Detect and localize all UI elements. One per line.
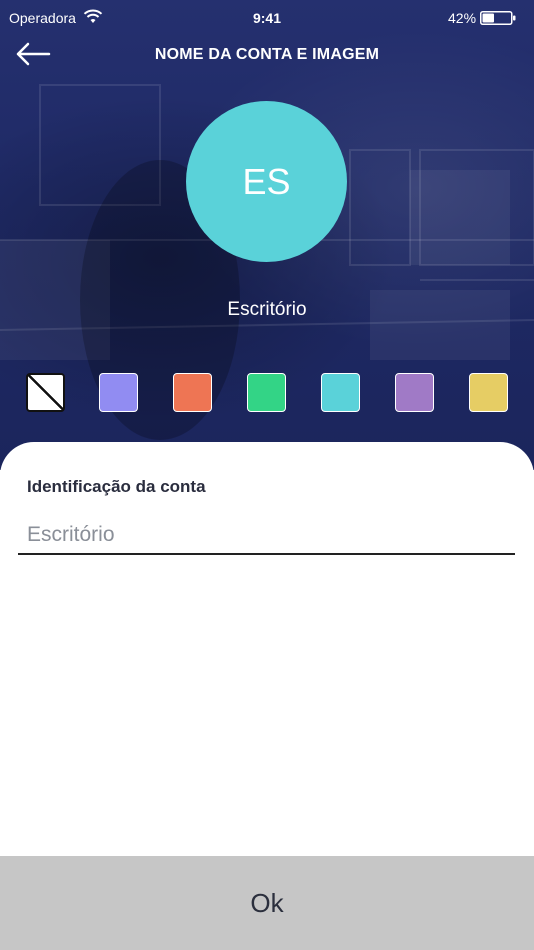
swatch-mustard[interactable] (469, 373, 508, 412)
battery-icon (480, 11, 516, 25)
status-bar: Operadora 9:41 42% (0, 0, 534, 36)
navigation-bar: NOME DA CONTA E IMAGEM (0, 36, 534, 76)
swatch-cyan[interactable] (321, 373, 360, 412)
avatar-initials: ES (242, 160, 291, 202)
swatch-lavender[interactable] (395, 373, 434, 412)
swatch-green[interactable] (247, 373, 286, 412)
account-id-input[interactable] (18, 517, 515, 555)
avatar[interactable]: ES (186, 101, 347, 262)
page-title: NOME DA CONTA E IMAGEM (154, 46, 380, 63)
account-id-label: Identificação da conta (27, 477, 206, 496)
swatch-periwinkle[interactable] (99, 373, 138, 412)
battery-percentage: 42% (448, 10, 477, 26)
ok-button[interactable]: Ok (0, 856, 534, 950)
form-sheet: Identificação da conta (0, 442, 534, 856)
account-name: Escritório (227, 299, 307, 320)
color-picker (0, 373, 534, 415)
swatch-coral[interactable] (173, 373, 212, 412)
swatch-no-color[interactable] (26, 373, 65, 412)
